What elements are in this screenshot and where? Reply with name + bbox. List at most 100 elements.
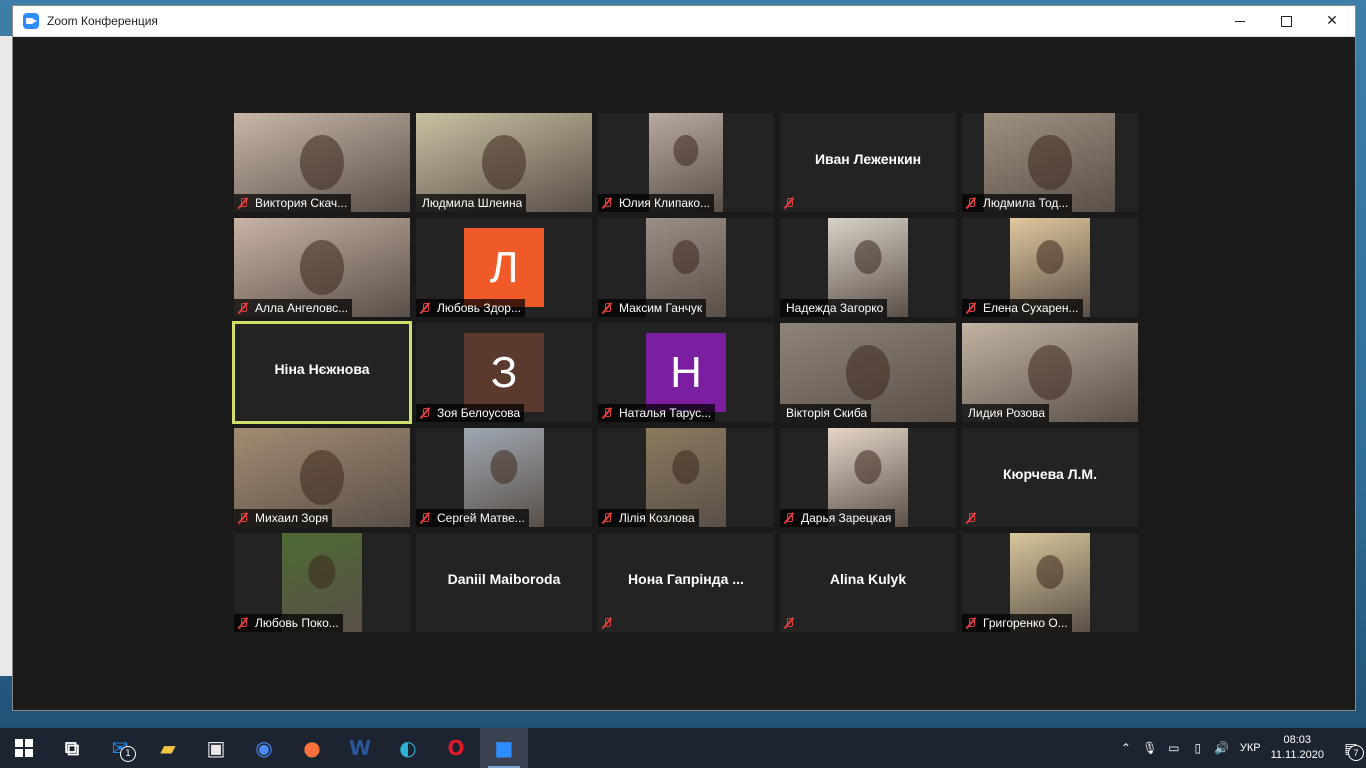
- participant-display-name: Нона Гапрінда ...: [628, 571, 744, 587]
- participant-tile[interactable]: Людмила Тод...: [962, 113, 1138, 212]
- participant-tile[interactable]: З Зоя Белоусова: [416, 323, 592, 422]
- participant-nameplate: Алла Ангеловс...: [234, 299, 353, 317]
- participant-tile[interactable]: Л Любовь Здор...: [416, 218, 592, 317]
- mail-taskbar-button[interactable]: ✉ 1: [96, 728, 144, 768]
- participant-tile[interactable]: Максим Ганчук: [598, 218, 774, 317]
- participant-tile[interactable]: Вікторія Скиба: [780, 323, 956, 422]
- participant-nameplate: Вікторія Скиба: [780, 404, 872, 422]
- file-explorer-taskbar-button[interactable]: ▰: [144, 728, 192, 768]
- participant-tile[interactable]: Сергей Матве...: [416, 428, 592, 527]
- participant-display-name: Иван Леженкин: [814, 151, 922, 167]
- battery-icon[interactable]: ▭: [1162, 728, 1186, 768]
- firefox-icon: ●: [303, 736, 321, 760]
- participant-name: Сергей Матве...: [437, 511, 525, 525]
- mic-muted-icon: [601, 302, 613, 314]
- mic-muted-icon: [783, 197, 795, 209]
- participant-nameplate: Наталья Тарус...: [598, 404, 716, 422]
- network-icon[interactable]: ▯: [1186, 728, 1210, 768]
- participant-tile[interactable]: Алла Ангеловс...: [234, 218, 410, 317]
- minimize-button[interactable]: [1217, 6, 1263, 36]
- participant-tile[interactable]: Любовь Поко...: [234, 533, 410, 632]
- participant-face: [854, 449, 882, 484]
- participant-tile[interactable]: Михаил Зоря: [234, 428, 410, 527]
- participant-nameplate: Елена Сухарен...: [962, 299, 1083, 317]
- participant-nameplate: Максим Ганчук: [598, 299, 707, 317]
- clock[interactable]: 08:03 11.11.2020: [1271, 733, 1324, 763]
- participant-name: Любовь Поко...: [255, 616, 339, 630]
- mic-muted-icon: [237, 302, 249, 314]
- participant-name: Виктория Скач...: [255, 196, 348, 210]
- participant-nameplate: [780, 614, 805, 632]
- participant-face: [1036, 554, 1064, 589]
- participant-face: [300, 239, 344, 295]
- participant-tile[interactable]: Лілія Козлова: [598, 428, 774, 527]
- minimize-icon: [1235, 20, 1245, 22]
- participant-name: Михаил Зоря: [255, 511, 329, 525]
- maximize-button[interactable]: [1263, 6, 1309, 36]
- participant-face: [490, 449, 518, 484]
- mic-muted-icon: [965, 512, 977, 524]
- participant-face: [672, 239, 700, 274]
- close-button[interactable]: ✕: [1309, 6, 1355, 36]
- mic-muted-icon: [419, 512, 431, 524]
- microphone-icon[interactable]: 🎙: [1138, 728, 1162, 768]
- zoom-taskbar-button[interactable]: ■: [480, 728, 528, 768]
- participant-tile[interactable]: Елена Сухарен...: [962, 218, 1138, 317]
- participant-tile[interactable]: Daniil Maiboroda: [416, 533, 592, 632]
- participant-tile[interactable]: Ніна Нєжнова: [232, 321, 412, 424]
- participant-nameplate: Сергей Матве...: [416, 509, 529, 527]
- participant-face: [482, 134, 526, 190]
- mic-muted-icon: [419, 407, 431, 419]
- zoom-icon: ■: [494, 736, 514, 760]
- participant-name: Григоренко О...: [983, 616, 1068, 630]
- participant-name: Людмила Тод...: [983, 196, 1069, 210]
- participant-name: Дарья Зарецкая: [801, 511, 892, 525]
- store-taskbar-button[interactable]: ▣: [192, 728, 240, 768]
- chrome-taskbar-button[interactable]: ◉: [240, 728, 288, 768]
- participant-name: Лидия Розова: [968, 406, 1046, 420]
- avatar-initial: Н: [646, 333, 726, 412]
- language-indicator[interactable]: УКР: [1240, 742, 1261, 754]
- start-button[interactable]: [0, 728, 48, 768]
- participant-tile[interactable]: Кюрчева Л.М.: [962, 428, 1138, 527]
- task-view-taskbar-button[interactable]: ⧉: [48, 728, 96, 768]
- word-taskbar-button[interactable]: W: [336, 728, 384, 768]
- store-icon: ▣: [206, 736, 226, 760]
- participant-tile[interactable]: Надежда Загорко: [780, 218, 956, 317]
- mic-muted-icon: [601, 512, 613, 524]
- firefox-taskbar-button[interactable]: ●: [288, 728, 336, 768]
- chrome-icon: ◉: [255, 736, 273, 760]
- participant-tile[interactable]: Иван Леженкин: [780, 113, 956, 212]
- participant-name: Надежда Загорко: [786, 301, 884, 315]
- volume-icon[interactable]: 🔊: [1210, 728, 1234, 768]
- edge-taskbar-button[interactable]: ◐: [384, 728, 432, 768]
- participant-face: [300, 449, 344, 505]
- participant-tile[interactable]: Alina Kulyk: [780, 533, 956, 632]
- participant-tile[interactable]: Виктория Скач...: [234, 113, 410, 212]
- avatar-initial: З: [464, 333, 544, 412]
- participant-display-name: Alina Kulyk: [829, 571, 907, 587]
- participant-tile[interactable]: Григоренко О...: [962, 533, 1138, 632]
- participant-nameplate: Григоренко О...: [962, 614, 1072, 632]
- window-controls: ✕: [1217, 6, 1355, 36]
- task-view-icon: ⧉: [64, 736, 80, 760]
- file-explorer-icon: ▰: [160, 736, 176, 760]
- notification-center-button[interactable]: ▤ 7: [1336, 728, 1366, 768]
- participant-face: [846, 344, 890, 400]
- participant-nameplate: [780, 194, 805, 212]
- clock-time: 08:03: [1283, 734, 1312, 746]
- edge-icon: ◐: [399, 736, 417, 760]
- chevron-up-icon[interactable]: ⌃: [1114, 728, 1138, 768]
- participant-tile[interactable]: Юлия Клипако...: [598, 113, 774, 212]
- participant-tile[interactable]: Лидия Розова: [962, 323, 1138, 422]
- participant-tile[interactable]: Дарья Зарецкая: [780, 428, 956, 527]
- participant-face: [1027, 134, 1072, 190]
- opera-taskbar-button[interactable]: O: [432, 728, 480, 768]
- participant-tile[interactable]: Нона Гапрінда ...: [598, 533, 774, 632]
- participant-face: [672, 449, 700, 484]
- participant-tile[interactable]: Людмила Шлеина: [416, 113, 592, 212]
- avatar-initial: Л: [464, 228, 544, 307]
- taskbar-apps: ⧉ ✉ 1 ▰ ▣ ◉ ● W ◐ O ■: [48, 728, 528, 768]
- participant-tile[interactable]: Н Наталья Тарус...: [598, 323, 774, 422]
- participant-nameplate: Виктория Скач...: [234, 194, 352, 212]
